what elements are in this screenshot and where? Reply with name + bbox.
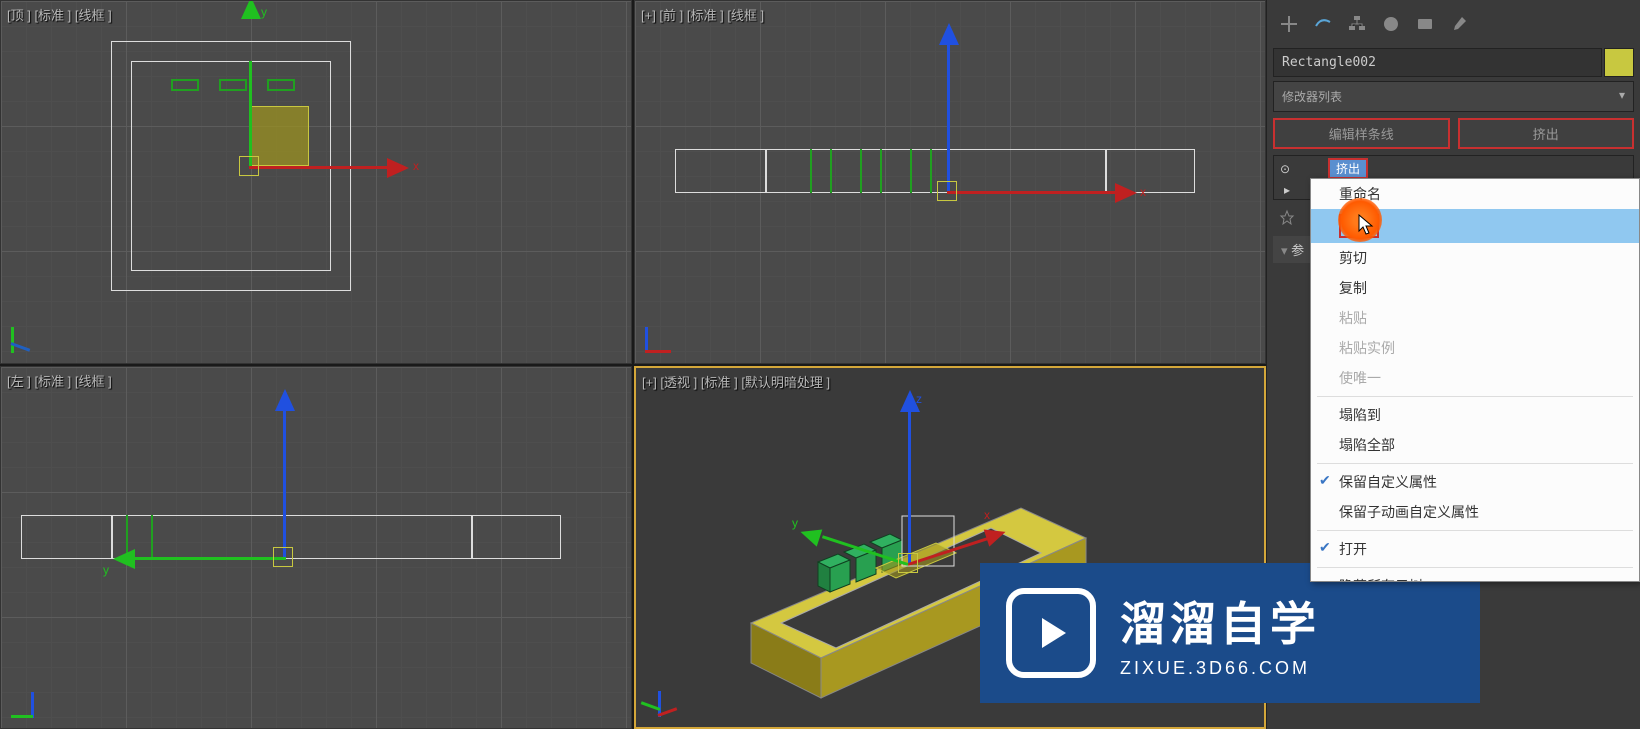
check-icon: ✔	[1319, 539, 1331, 556]
watermark-subtitle: ZIXUE.3D66.COM	[1120, 658, 1320, 679]
cm-separator	[1317, 567, 1633, 568]
cm-open[interactable]: ✔打开	[1311, 534, 1639, 564]
axis-z-line	[947, 41, 950, 191]
wireframe-line	[930, 149, 932, 193]
command-panel-tabs	[1271, 4, 1636, 44]
viewport-left[interactable]: [左 ] [标准 ] [线框 ] y	[0, 366, 632, 729]
cm-cut[interactable]: 剪切	[1311, 243, 1639, 273]
mini-axis-icon	[11, 313, 51, 353]
cm-copy[interactable]: 复制	[1311, 273, 1639, 303]
axis-z-arrow-icon	[939, 23, 959, 45]
wireframe-rect	[171, 79, 199, 91]
cm-collapse-to[interactable]: 塌陷到	[1311, 400, 1639, 430]
axis-y-arrow-icon	[241, 0, 261, 19]
gizmo-origin	[273, 547, 293, 567]
wireframe-line	[880, 149, 882, 193]
mini-axis-icon	[646, 677, 686, 717]
viewport-front[interactable]: [+] [前 ] [标准 ] [线框 ] x	[634, 0, 1266, 364]
object-name-input[interactable]	[1273, 48, 1602, 77]
axis-x-line	[947, 191, 1117, 194]
hierarchy-tab-icon[interactable]	[1343, 10, 1371, 38]
modifier-context-menu: 重命名 删除 剪切 复制 粘贴 粘贴实例 使唯一 塌陷到 塌陷全部 ✔保留自定义…	[1310, 178, 1640, 582]
mini-axis-icon	[645, 313, 685, 353]
axis-z-line	[283, 407, 286, 557]
viewport-top[interactable]: [顶 ] [标准 ] [线框 ] y x	[0, 0, 632, 364]
modify-tab-icon[interactable]	[1309, 10, 1337, 38]
wireframe-line	[1105, 149, 1107, 193]
axis-y-label: y	[261, 5, 267, 19]
viewport-label[interactable]: [顶 ] [标准 ] [线框 ]	[7, 5, 112, 24]
wireframe-rect	[219, 79, 247, 91]
axis-y-label: y	[103, 563, 109, 577]
visibility-toggle-icon[interactable]: ⊙	[1280, 162, 1298, 176]
cm-make-unique: 使唯一	[1311, 363, 1639, 393]
cm-collapse-all[interactable]: 塌陷全部	[1311, 430, 1639, 460]
wireframe-line	[910, 149, 912, 193]
cm-keep-subanim-attr[interactable]: 保留子动画自定义属性	[1311, 497, 1639, 527]
viewport-label[interactable]: [+] [前 ] [标准 ] [线框 ]	[641, 5, 764, 24]
pin-stack-icon[interactable]	[1275, 206, 1299, 230]
motion-tab-icon[interactable]	[1377, 10, 1405, 38]
watermark-logo: 溜溜自学 ZIXUE.3D66.COM	[980, 563, 1480, 703]
mini-axis-icon	[11, 678, 51, 718]
axis-y-arrow-icon	[113, 549, 135, 569]
gizmo-origin	[239, 156, 259, 176]
cm-separator	[1317, 530, 1633, 531]
check-icon: ✔	[1319, 472, 1331, 489]
axis-x-label: x	[413, 159, 419, 173]
axis-x-arrow-icon	[1115, 183, 1137, 203]
gizmo-origin	[937, 181, 957, 201]
gizmo-origin	[898, 553, 918, 573]
axis-x-line	[249, 166, 389, 169]
cm-paste-instance: 粘贴实例	[1311, 333, 1639, 363]
cm-separator	[1317, 396, 1633, 397]
modifier-buttons-row: 编辑样条线 挤出	[1273, 118, 1634, 149]
axis-x-arrow-icon	[387, 158, 409, 178]
modifier-list-dropdown[interactable]: 修改器列表	[1273, 81, 1634, 112]
create-tab-icon[interactable]	[1275, 10, 1303, 38]
viewport-label[interactable]: [左 ] [标准 ] [线框 ]	[7, 371, 112, 390]
display-tab-icon[interactable]	[1411, 10, 1439, 38]
watermark-title: 溜溜自学	[1120, 588, 1320, 654]
cm-hide-subtree[interactable]: 隐藏所有子树	[1311, 571, 1639, 581]
axis-z-label: z	[916, 392, 922, 406]
cm-paste: 粘贴	[1311, 303, 1639, 333]
wireframe-rect	[267, 79, 295, 91]
axis-y-line	[131, 557, 286, 560]
axis-z-arrow-icon	[275, 389, 295, 411]
cm-separator	[1317, 463, 1633, 464]
wireframe-line	[765, 149, 767, 193]
viewport-label[interactable]: [+] [透视 ] [标准 ] [默认明暗处理 ]	[642, 372, 830, 391]
cm-keep-custom-attr[interactable]: ✔保留自定义属性	[1311, 467, 1639, 497]
wireframe-line	[860, 149, 862, 193]
axis-z-line	[908, 408, 911, 563]
axis-x-label: x	[1140, 185, 1146, 199]
axis-y-line	[249, 61, 252, 166]
utilities-tab-icon[interactable]	[1445, 10, 1473, 38]
object-color-swatch[interactable]	[1604, 48, 1634, 77]
wireframe-line	[830, 149, 832, 193]
edit-spline-button[interactable]: 编辑样条线	[1273, 118, 1450, 149]
play-logo-icon	[1006, 588, 1096, 678]
wireframe-line	[810, 149, 812, 193]
cm-rename[interactable]: 重命名	[1311, 179, 1639, 209]
stack-item-extrude[interactable]: 挤出	[1328, 158, 1368, 179]
cm-delete[interactable]: 删除	[1311, 209, 1639, 243]
wireframe-line	[151, 515, 153, 559]
wireframe-line	[471, 515, 473, 559]
axis-y-label: y	[792, 516, 798, 530]
extrude-button[interactable]: 挤出	[1458, 118, 1635, 149]
axis-x-label: x	[984, 508, 990, 522]
object-name-row	[1273, 48, 1634, 77]
